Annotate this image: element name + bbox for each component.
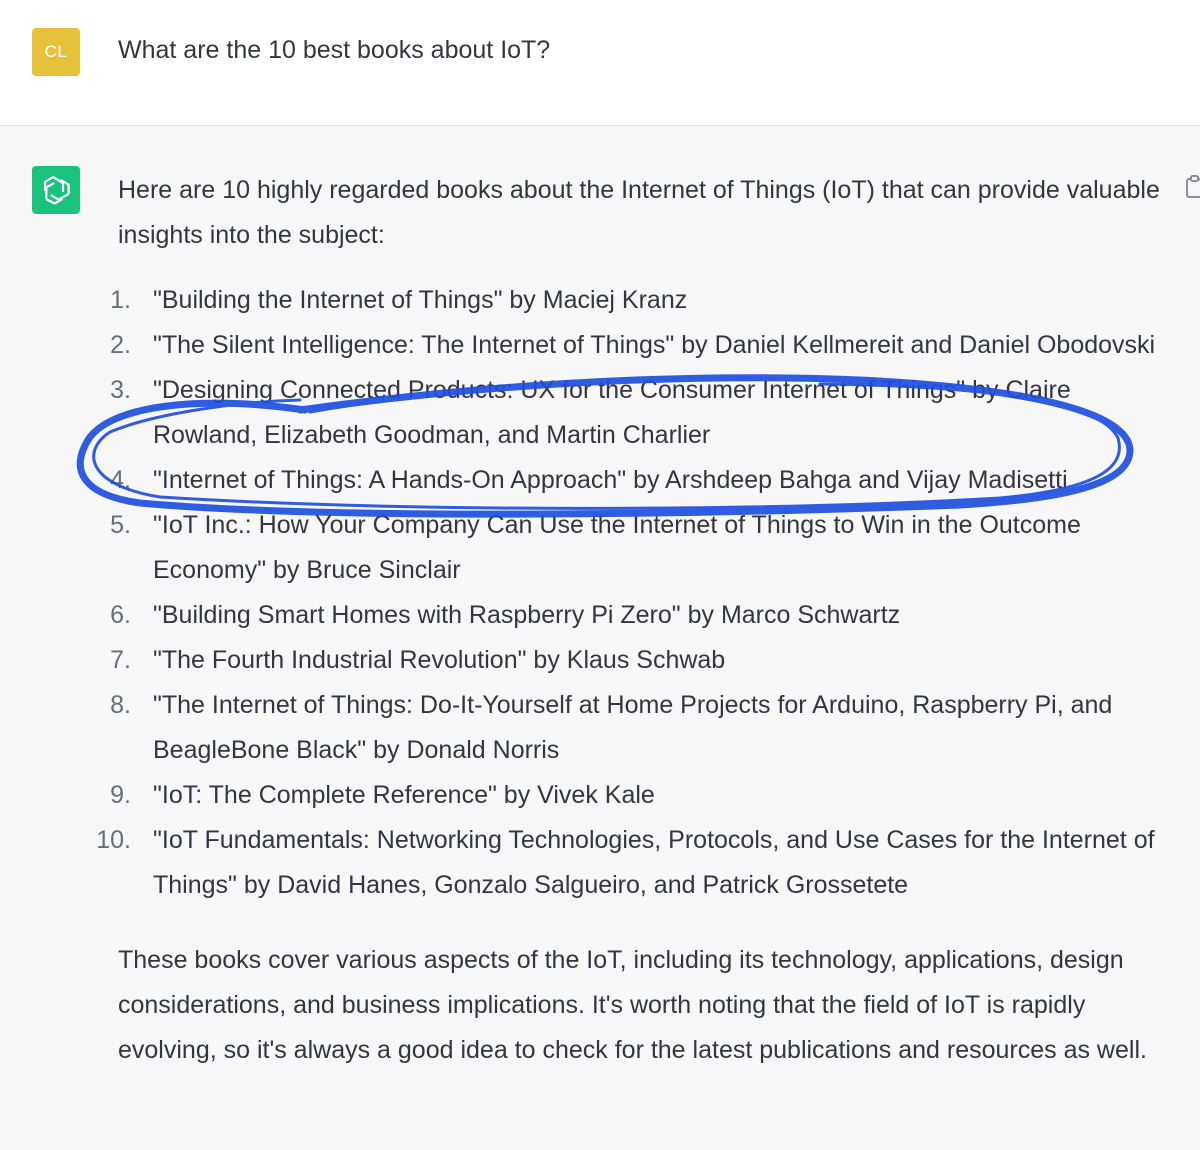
list-item: 9. "IoT: The Complete Reference" by Vivek… [110,773,1178,818]
book-list: 1. "Building the Internet of Things" by M… [96,278,1178,908]
list-number: 9. [110,781,131,809]
list-item: 6. "Building Smart Homes with Raspberry P… [110,593,1178,638]
book-entry: "Building the Internet of Things" by Mac… [153,286,688,314]
list-number: 4. [110,466,131,494]
assistant-response: Here are 10 highly regarded books about … [96,168,1178,1073]
openai-logo-icon [43,176,70,205]
list-item: 3. "Designing Connected Products: UX for … [110,368,1178,458]
assistant-message-row: Here are 10 highly regarded books about … [0,126,1200,1150]
response-intro: Here are 10 highly regarded books about … [118,176,1160,249]
list-number: 1. [110,286,131,314]
book-entry: "Building Smart Homes with Raspberry Pi … [153,601,901,629]
list-item: 8. "The Internet of Things: Do-It-Yoursel… [110,683,1178,773]
book-entry: "The Silent Intelligence: The Internet o… [153,331,1156,359]
response-outro: These books cover various aspects of the… [118,946,1147,1064]
list-item: 2. "The Silent Intelligence: The Internet… [110,323,1178,368]
list-number: 8. [110,691,131,719]
list-item: 1. "Building the Internet of Things" by M… [110,278,1178,323]
list-item: 5. "IoT Inc.: How Your Company Can Use th… [110,503,1178,593]
list-number: 6. [110,601,131,629]
book-entry: "Designing Connected Products: UX for th… [153,376,1071,449]
user-message-row: CL What are the 10 best books about IoT? [0,0,1200,126]
book-entry: "IoT Fundamentals: Networking Technologi… [153,826,1155,899]
list-number: 2. [110,331,131,359]
assistant-avatar [32,166,80,214]
list-number: 5. [110,511,131,539]
list-item: 4. "Internet of Things: A Hands-On Approa… [110,458,1178,503]
list-number: 7. [110,646,131,674]
book-entry: "IoT: The Complete Reference" by Vivek K… [153,781,655,809]
list-item: 7. "The Fourth Industrial Revolution" by … [110,638,1178,683]
book-entry: "The Fourth Industrial Revolution" by Kl… [153,646,726,674]
book-entry: "IoT Inc.: How Your Company Can Use the … [153,511,1081,584]
clipboard-icon[interactable] [1183,174,1200,200]
list-number: 10. [96,826,131,854]
list-number: 3. [110,376,131,404]
list-item: 10. "IoT Fundamentals: Networking Technol… [96,818,1178,908]
book-entry: "The Internet of Things: Do-It-Yourself … [153,691,1113,764]
user-message: What are the 10 best books about IoT? [118,36,551,64]
book-entry: "Internet of Things: A Hands-On Approach… [153,466,1068,494]
user-avatar: CL [32,28,80,76]
